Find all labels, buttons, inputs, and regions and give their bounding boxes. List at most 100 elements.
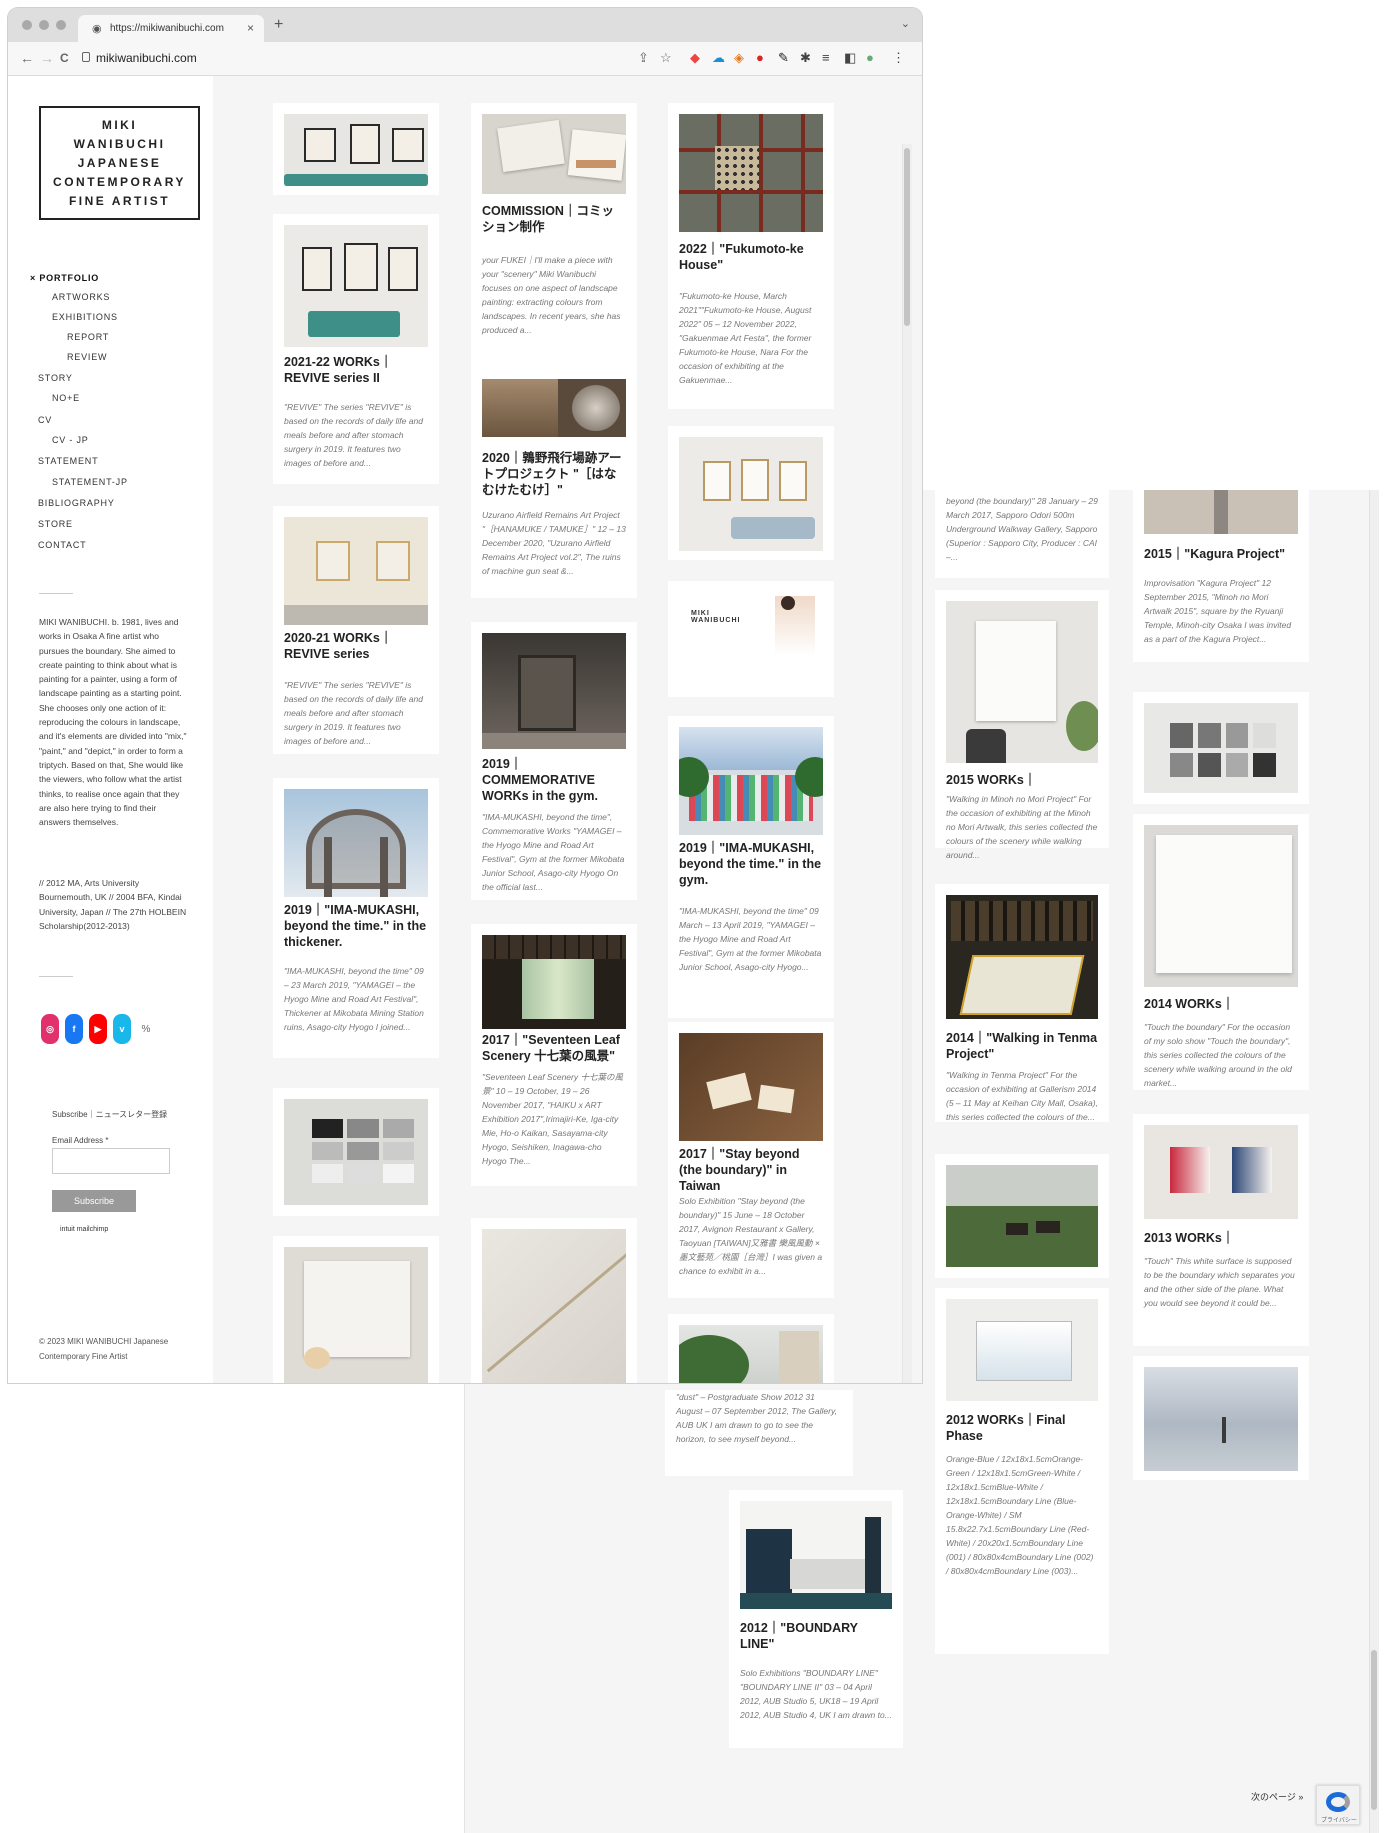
post-thumbnail[interactable] — [679, 437, 823, 551]
scrollbar[interactable] — [902, 144, 912, 1383]
reload-button[interactable]: C — [60, 51, 69, 65]
post-title[interactable]: 2014｜"Walking in Tenma Project" — [946, 1030, 1098, 1062]
post-card[interactable]: 2012 WORKs｜Final Phase Orange-Blue / 12x… — [935, 1288, 1109, 1654]
next-page-link[interactable]: 次のページ » — [1251, 1790, 1303, 1803]
reading-list-icon[interactable]: ≡ — [822, 50, 830, 65]
nav-item-store[interactable]: STORE — [38, 519, 73, 529]
post-card[interactable]: 2017｜"Stay beyond (the boundary)" in Tai… — [668, 1022, 834, 1298]
email-field[interactable] — [52, 1148, 170, 1174]
address-bar[interactable]: mikiwanibuchi.com — [96, 51, 197, 65]
nav-item-story[interactable]: STORY — [38, 373, 73, 383]
post-card[interactable]: 2015｜"Kagura Project" Improvisation "Kag… — [1133, 490, 1309, 662]
site-logo[interactable]: MIKI WANIBUCHI JAPANESE CONTEMPORARY FIN… — [39, 106, 200, 220]
post-card[interactable] — [273, 103, 439, 195]
post-title[interactable]: 2019｜COMMEMORATIVE WORKs in the gym. — [482, 756, 626, 804]
post-thumbnail[interactable] — [1144, 703, 1298, 793]
nav-item-statement-jp[interactable]: STATEMENT-JP — [52, 477, 128, 487]
scrollbar-thumb[interactable] — [904, 148, 910, 326]
sidebar-toggle-icon[interactable]: ◧ — [844, 50, 856, 66]
scrollbar[interactable] — [1369, 490, 1379, 1833]
post-title[interactable]: 2022｜"Fukumoto-ke House" — [679, 241, 823, 273]
post-card[interactable]: 2019｜COMMEMORATIVE WORKs in the gym. "IM… — [471, 622, 637, 900]
post-thumbnail[interactable] — [284, 114, 428, 186]
nav-item-review[interactable]: REVIEW — [67, 352, 107, 362]
post-card[interactable] — [1133, 692, 1309, 804]
nav-item-report[interactable]: REPORT — [67, 332, 109, 342]
post-title[interactable]: 2021-22 WORKs｜REVIVE series II — [284, 354, 428, 386]
post-title[interactable]: 2017｜"Seventeen Leaf Scenery 十七葉の風景" — [482, 1032, 626, 1064]
nav-item-artworks[interactable]: ARTWORKS — [52, 292, 110, 302]
nav-item-portfolio[interactable]: × PORTFOLIO — [30, 273, 99, 283]
chevron-down-icon[interactable]: ⌄ — [901, 17, 910, 30]
post-card[interactable]: 2022｜"Fukumoto-ke House" "Fukumoto-ke Ho… — [668, 103, 834, 409]
post-thumbnail[interactable] — [1144, 1125, 1298, 1219]
browser-menu-icon[interactable]: ⋮ — [892, 50, 905, 66]
nav-item-contact[interactable]: CONTACT — [38, 540, 86, 550]
minimize-window-button[interactable] — [39, 20, 49, 30]
post-thumbnail[interactable] — [284, 789, 428, 897]
nav-item-statement[interactable]: STATEMENT — [38, 456, 98, 466]
youtube-icon[interactable]: ▶ — [89, 1014, 107, 1044]
post-card[interactable] — [668, 1314, 834, 1383]
post-title[interactable]: 2015 WORKs｜ — [946, 772, 1098, 788]
post-title[interactable]: 2012｜"BOUNDARY LINE" — [740, 1620, 892, 1652]
post-card[interactable]: 2014 WORKs｜ "Touch the boundary" For the… — [1133, 814, 1309, 1090]
post-thumbnail[interactable] — [284, 1247, 428, 1383]
nav-item-cv-jp[interactable]: CV - JP — [52, 435, 89, 445]
post-thumbnail[interactable] — [679, 1325, 823, 1383]
post-thumbnail[interactable] — [482, 935, 626, 1029]
post-card[interactable] — [273, 1236, 439, 1383]
post-card[interactable]: MIKI WANIBUCHI — [668, 581, 834, 697]
post-card[interactable]: 2015 WORKs｜ "Walking in Minoh no Mori Pr… — [935, 590, 1109, 860]
post-card[interactable]: 2019｜"IMA-MUKASHI, beyond the time." in … — [273, 778, 439, 1058]
post-thumbnail[interactable] — [284, 517, 428, 625]
puzzle-extension-icon[interactable]: ✱ — [800, 50, 811, 66]
post-thumbnail[interactable] — [482, 379, 626, 437]
maximize-window-button[interactable] — [56, 20, 66, 30]
facebook-icon[interactable]: f — [65, 1014, 83, 1044]
browser-tab[interactable]: ◉ https://mikiwanibuchi.com × — [78, 15, 264, 42]
post-card[interactable]: 2020-21 WORKs｜REVIVE series "REVIVE" The… — [273, 506, 439, 754]
bookmark-star-icon[interactable]: ☆ — [660, 50, 672, 66]
post-thumbnail[interactable] — [679, 727, 823, 835]
new-tab-button[interactable]: + — [274, 16, 283, 34]
post-thumbnail[interactable] — [482, 1229, 626, 1383]
nav-item-cv[interactable]: CV — [38, 415, 52, 425]
subscribe-button[interactable]: Subscribe — [52, 1190, 136, 1212]
lock-icon[interactable] — [82, 52, 90, 62]
cloud-extension-icon[interactable]: ☁ — [712, 50, 725, 66]
instagram-icon[interactable]: ◎ — [41, 1014, 59, 1044]
post-title[interactable]: 2019｜"IMA-MUKASHI, beyond the time." in … — [679, 840, 823, 888]
post-card[interactable]: 2014｜"Walking in Tenma Project" "Walking… — [935, 884, 1109, 1122]
post-card[interactable]: 2020｜鶉野飛行場跡アートプロジェクト "［はなむけたむけ］" Uzurano… — [471, 368, 637, 598]
post-title[interactable]: 2015｜"Kagura Project" — [1144, 546, 1298, 562]
post-title[interactable]: 2020｜鶉野飛行場跡アートプロジェクト "［はなむけたむけ］" — [482, 450, 626, 498]
post-card[interactable]: COMMISSION｜コミッション制作 your FUKEI｜I'll make… — [471, 103, 637, 383]
post-card[interactable]: "dust" – Postgraduate Show 2012 31 Augus… — [665, 1390, 853, 1476]
link-icon[interactable]: % — [137, 1020, 155, 1038]
post-thumbnail[interactable] — [740, 1501, 892, 1609]
nav-item-exhibitions[interactable]: EXHIBITIONS — [52, 312, 118, 322]
nav-item-note[interactable]: NO+E — [52, 393, 80, 403]
scrollbar-thumb[interactable] — [1371, 1650, 1377, 1810]
post-thumbnail[interactable] — [482, 633, 626, 749]
post-thumbnail[interactable] — [679, 114, 823, 232]
post-card[interactable] — [273, 1088, 439, 1216]
post-card[interactable] — [935, 1154, 1109, 1278]
post-card[interactable]: 2019｜"IMA-MUKASHI, beyond the time." in … — [668, 716, 834, 1018]
post-thumbnail[interactable] — [679, 1033, 823, 1141]
post-title[interactable]: 2017｜"Stay beyond (the boundary)" in Tai… — [679, 1146, 823, 1194]
post-thumbnail[interactable] — [946, 1299, 1098, 1401]
post-card[interactable]: 2012｜"BOUNDARY LINE" Solo Exhibitions "B… — [729, 1490, 903, 1748]
post-thumbnail[interactable] — [1144, 1367, 1298, 1471]
mailchimp-logo[interactable]: intuit mailchimp — [60, 1226, 108, 1233]
back-button[interactable]: ← — [20, 50, 34, 66]
close-tab-icon[interactable]: × — [247, 21, 254, 35]
post-title[interactable]: COMMISSION｜コミッション制作 — [482, 203, 626, 235]
vimeo-icon[interactable]: v — [113, 1014, 131, 1044]
post-card[interactable]: 2013 WORKs｜ "Touch" This white surface i… — [1133, 1114, 1309, 1346]
nav-item-bibliography[interactable]: BIBLIOGRAPHY — [38, 498, 115, 508]
post-card[interactable]: 2021-22 WORKs｜REVIVE series II "REVIVE" … — [273, 214, 439, 484]
post-thumbnail[interactable] — [1144, 825, 1298, 987]
post-thumbnail[interactable] — [946, 1165, 1098, 1267]
